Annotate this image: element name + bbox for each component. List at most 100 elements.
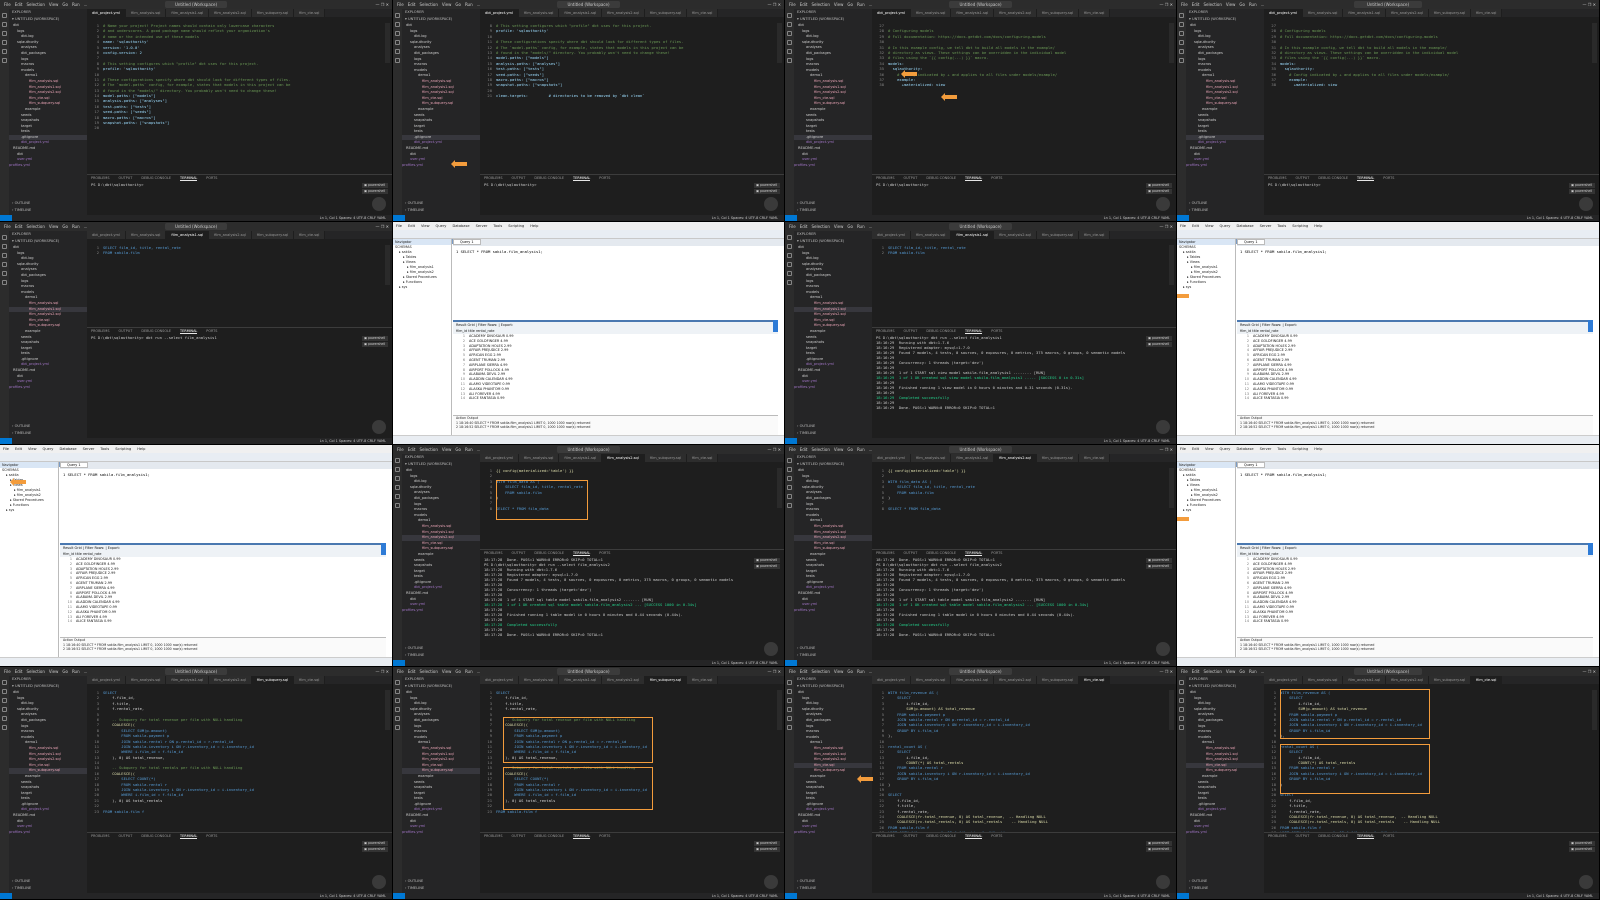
menu-item[interactable]: Selection [419,445,437,454]
editor-tab[interactable]: film_analysis2.sql [209,676,252,684]
editor-tab[interactable]: film_subquery.sql [1036,454,1079,462]
panel-tab[interactable]: TERMINAL [180,176,198,181]
timeline-section[interactable]: › TIMELINE [402,885,424,892]
terminal-instance[interactable]: ▣ powershell [362,847,388,852]
menu-item[interactable]: Database [1236,224,1253,228]
code-editor[interactable]: 27 28 # Configuring models 29 # Full documen… [1264,23,1591,88]
explorer-item[interactable]: profiles.yml [402,830,480,836]
source-control-icon[interactable] [1179,698,1184,703]
minimap[interactable] [1169,23,1174,63]
avatar[interactable] [1156,875,1170,889]
menu-item[interactable]: File [397,445,404,454]
menu-item[interactable]: Help [1314,447,1322,451]
panel-tab[interactable]: TERMINAL [965,834,983,839]
remote-icon[interactable] [787,503,792,508]
menu-item[interactable]: File [1181,667,1188,676]
explorer-icon[interactable] [2,235,7,240]
editor-tab[interactable]: dbt_project.yml [1264,676,1304,684]
run-debug-icon[interactable] [1179,707,1184,712]
editor-tab[interactable]: film_analysis.sql [519,676,560,684]
menu-item[interactable]: Edit [800,222,808,231]
explorer-icon[interactable] [395,458,400,463]
command-center[interactable]: Untitled (Workspace) [164,223,228,230]
source-control-icon[interactable] [395,476,400,481]
code-editor[interactable]: 1 SELECT film_id, title, rental_rate 2 FROM… [872,245,1168,256]
remote-indicator[interactable] [1177,215,1189,221]
menu-item[interactable]: ... [84,0,88,9]
editor-tab[interactable]: film_analysis.sql [1303,9,1344,17]
command-center[interactable]: Untitled (Workspace) [164,668,228,675]
menu-item[interactable]: Selection [811,445,829,454]
minimap[interactable] [1169,245,1174,285]
query-editor[interactable]: 1 SELECT * FROM sakila.film_analysis1; [1237,246,1593,322]
remote-indicator[interactable] [0,438,12,444]
window-controls[interactable]: — ❐ ✕ [768,445,781,454]
editor-tab[interactable]: film_analysis1.sql [1343,9,1387,17]
panel-tab[interactable]: PORTS [991,551,1002,555]
query-editor[interactable]: 1 SELECT * FROM sakila.film_analysis1; [1237,469,1593,545]
menu-item[interactable]: View [28,447,37,451]
menu-item[interactable]: Selection [419,667,437,676]
menu-item[interactable]: Go [1239,0,1245,9]
panel-tab[interactable]: DEBUG CONSOLE [1318,834,1348,838]
panel-tab[interactable]: DEBUG CONSOLE [534,176,564,180]
remote-indicator[interactable] [785,215,797,221]
menu-item[interactable]: View [421,224,430,228]
editor-tab[interactable]: film_cte.sql [1470,676,1503,684]
editor-tab[interactable]: film_analysis2.sql [209,9,252,17]
timeline-section[interactable]: › TIMELINE [794,885,816,892]
minimap[interactable] [385,245,390,285]
window-controls[interactable]: — ❐ ✕ [1160,445,1173,454]
menu-item[interactable]: Edit [15,667,23,676]
minimap[interactable] [1169,468,1174,508]
menu-item[interactable]: File [789,222,796,231]
panel-tab[interactable]: PORTS [206,329,217,333]
window-controls[interactable]: — ❐ ✕ [1583,667,1596,676]
remote-indicator[interactable] [785,660,797,666]
remote-indicator[interactable] [785,893,797,899]
run-debug-icon[interactable] [787,707,792,712]
run-debug-icon[interactable] [2,262,7,267]
terminal-instance[interactable]: ▣ powershell [362,841,388,846]
menu-item[interactable]: Edit [408,224,415,228]
menu-item[interactable]: Go [847,0,853,9]
menu-item[interactable]: ... [869,0,873,9]
terminal-instance[interactable]: ▣ powershell [362,342,388,347]
query-tab[interactable]: Query 1 [1237,462,1265,468]
avatar[interactable] [372,875,386,889]
menu-item[interactable]: Server [83,447,95,451]
editor-tab[interactable]: film_analysis1.sql [559,9,603,17]
explorer-item[interactable]: profiles.yml [9,385,87,391]
menu-item[interactable]: Server [476,224,488,228]
terminal-instance[interactable]: ▣ powershell [754,183,780,188]
minimap[interactable] [777,23,782,63]
terminal-instance[interactable]: ▣ powershell [1146,841,1172,846]
timeline-section[interactable]: › TIMELINE [794,652,816,659]
terminal-instance[interactable]: ▣ powershell [1146,564,1172,569]
panel-tab[interactable]: PROBLEMS [876,329,895,333]
editor-tab[interactable]: film_analysis1.sql [951,454,995,462]
panel-tab[interactable]: OUTPUT [119,834,133,838]
menu-item[interactable]: Selection [811,0,829,9]
editor-tab[interactable]: film_analysis.sql [126,676,167,684]
result-side-panel[interactable] [1588,543,1593,555]
editor-tab[interactable]: film_analysis1.sql [1343,676,1387,684]
panel-tab[interactable]: PROBLEMS [484,834,503,838]
search-icon[interactable] [787,689,792,694]
editor-tab[interactable]: film_subquery.sql [1036,231,1079,239]
extensions-icon[interactable] [2,716,7,721]
minimap[interactable] [777,690,782,730]
menu-item[interactable]: Help [1314,224,1322,228]
window-controls[interactable]: — ❐ ✕ [768,0,781,9]
editor-tab[interactable]: dbt_project.yml [87,676,127,684]
outline-section[interactable]: › OUTLINE [9,878,30,885]
editor-tab[interactable]: film_analysis.sql [911,454,952,462]
editor-tab[interactable]: film_subquery.sql [644,676,687,684]
editor-tab[interactable]: film_analysis2.sql [1386,676,1429,684]
remote-icon[interactable] [787,725,792,730]
command-center[interactable]: Untitled (Workspace) [1354,668,1422,675]
source-control-icon[interactable] [787,698,792,703]
panel-tab[interactable]: TERMINAL [180,329,198,334]
editor-tab[interactable]: film_analysis2.sql [994,454,1037,462]
menu-item[interactable]: Scripting [1292,447,1308,451]
